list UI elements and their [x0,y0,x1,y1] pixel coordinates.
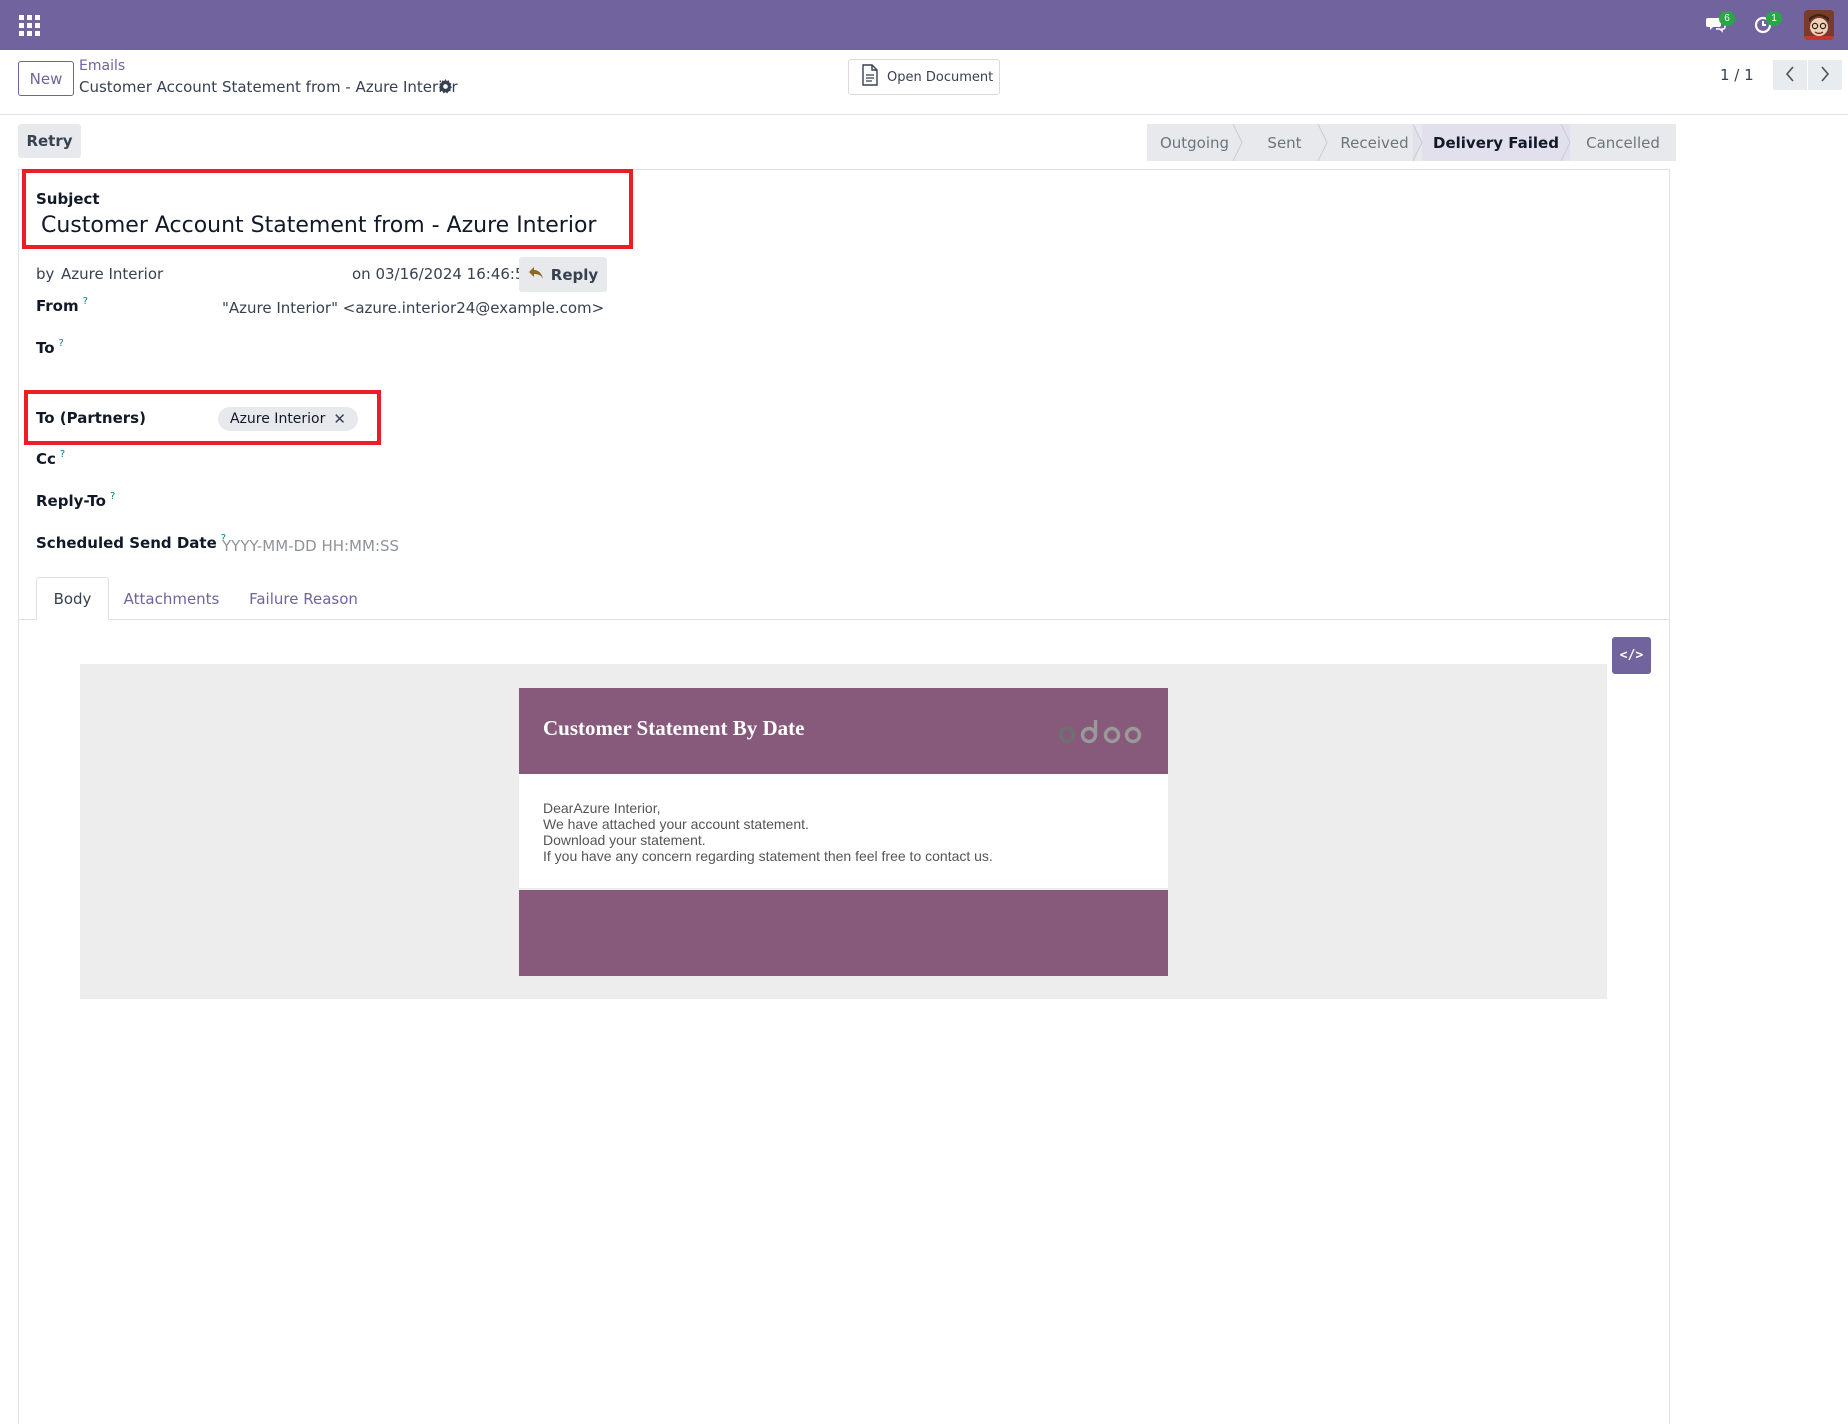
apps-grid-icon[interactable] [19,15,40,36]
help-tooltip-icon[interactable]: ? [110,491,115,502]
help-tooltip-icon[interactable]: ? [60,449,65,460]
code-icon: </> [1619,648,1644,663]
stage-label: Sent [1267,133,1302,152]
reply-to-label-text: Reply-To [36,492,106,510]
record-title: Customer Account Statement from - Azure … [79,78,458,96]
subject-label: Subject [36,190,100,208]
email-line: DearAzure Interior, [543,800,661,816]
from-field[interactable]: "Azure Interior" <azure.interior24@examp… [222,299,604,317]
stage-label: Cancelled [1586,133,1660,152]
open-document-label: Open Document [887,69,994,85]
pager-previous-button[interactable] [1773,60,1807,90]
stage-label: Outgoing [1159,133,1230,152]
email-line: Download your statement. [543,832,706,848]
help-tooltip-icon[interactable]: ? [59,338,64,349]
email-body: DearAzure Interior, We have attached you… [519,774,1168,888]
reply-arrow-icon [528,266,544,284]
gear-icon[interactable] [438,79,453,94]
chat-bubbles-icon[interactable]: 6 [1706,11,1735,36]
pager-next-button[interactable] [1808,60,1842,90]
email-header: Customer Statement By Date [519,688,1168,774]
stage-received[interactable]: Received [1327,124,1423,161]
cc-label-text: Cc [36,450,56,468]
stage-label: Delivery Failed [1433,133,1559,152]
from-label: From? [36,296,88,315]
to-label: To? [36,338,64,357]
breadcrumb-emails[interactable]: Emails [79,58,125,74]
activity-clock-icon[interactable]: 1 [1753,11,1782,36]
subject-field[interactable]: Customer Account Statement from - Azure … [41,213,596,238]
control-panel: New Emails Customer Account Statement fr… [0,50,1848,115]
email-title: Customer Statement By Date [543,716,805,740]
tab-failure-reason[interactable]: Failure Reason [244,577,363,620]
chevron-right-icon [1820,65,1830,85]
reply-to-label: Reply-To? [36,491,115,510]
messages-badge: 6 [1719,11,1735,26]
by-prefix: by [36,265,55,283]
new-button[interactable]: New [18,61,74,96]
stage-delivery-failed[interactable]: Delivery Failed [1422,124,1571,161]
email-footer [519,890,1168,976]
reply-button[interactable]: Reply [519,257,607,292]
partner-tag[interactable]: Azure Interior ✕ [218,407,358,431]
close-icon[interactable]: ✕ [333,410,346,428]
open-document-button[interactable]: Open Document [848,59,1000,95]
to-partners-label: To (Partners) [36,409,146,427]
email-line: We have attached your account statement. [543,816,809,832]
scheduled-date-label: Scheduled Send Date? [36,533,226,552]
scheduled-date-label-text: Scheduled Send Date [36,534,217,552]
top-navbar: 6 1 [0,0,1848,50]
cc-label: Cc? [36,449,65,468]
reply-label: Reply [550,265,599,284]
tab-attachments[interactable]: Attachments [118,577,225,620]
odoo-logo [1058,718,1144,746]
stage-label: Received [1340,133,1409,152]
retry-button[interactable]: Retry [18,124,81,158]
chevron-left-icon [1785,65,1795,85]
pager-value[interactable]: 1 / 1 [1720,66,1754,84]
help-tooltip-icon[interactable]: ? [83,296,88,307]
tab-body[interactable]: Body [36,577,109,620]
code-view-button[interactable]: </> [1612,637,1651,674]
stage-cancelled[interactable]: Cancelled [1570,124,1676,161]
document-icon [861,64,879,90]
message-date: on 03/16/2024 16:46:59 [352,265,535,283]
email-line: If you have any concern regarding statem… [543,848,993,864]
partner-tag-label: Azure Interior [230,411,326,427]
author-name[interactable]: Azure Interior [61,265,163,283]
stage-sent[interactable]: Sent [1242,124,1328,161]
status-bar: Outgoing Sent Received Delivery Failed C… [1147,124,1676,161]
user-avatar[interactable] [1804,10,1834,40]
activities-badge: 1 [1766,11,1782,26]
scheduled-date-input[interactable]: YYYY-MM-DD HH:MM:SS [222,537,399,555]
from-label-text: From [36,297,79,315]
to-label-text: To [36,339,55,357]
stage-outgoing[interactable]: Outgoing [1147,124,1243,161]
